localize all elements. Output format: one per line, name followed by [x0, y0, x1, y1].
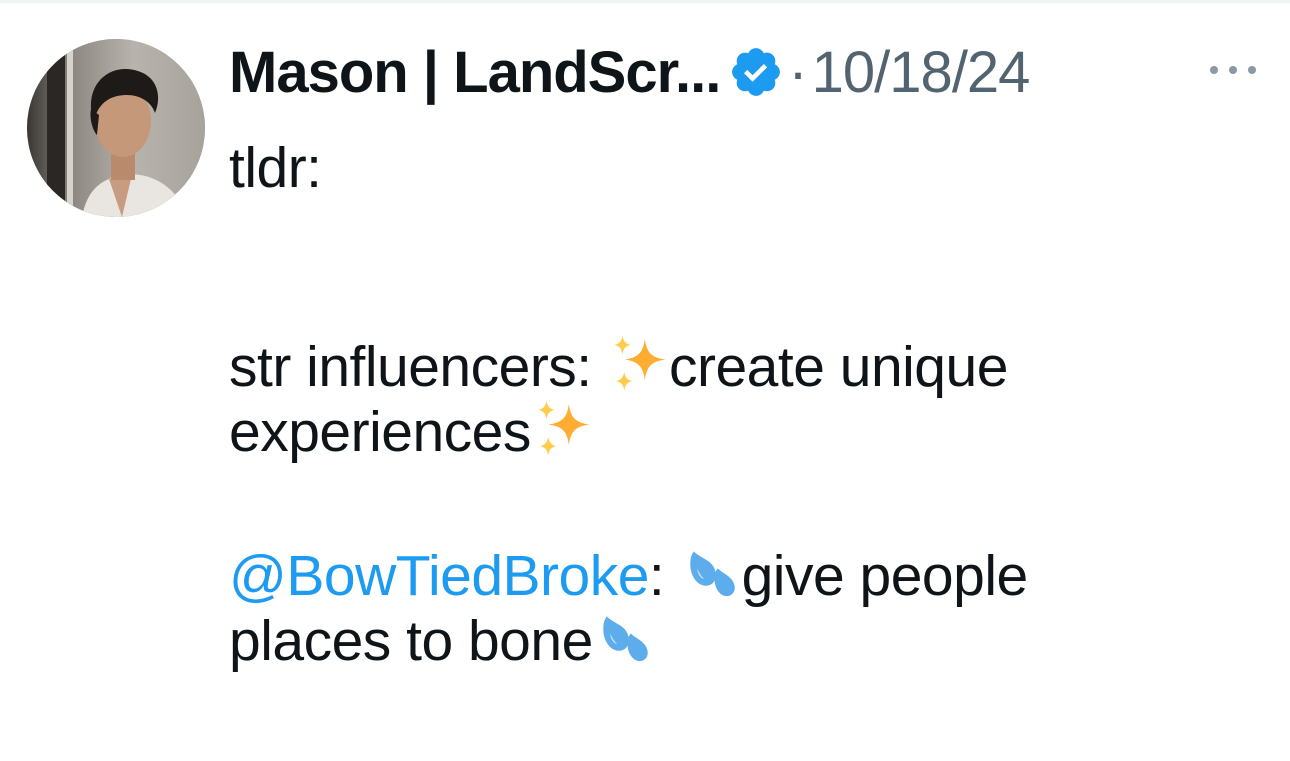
sweat-droplets-icon: [593, 606, 655, 682]
tweet-text-segment: str influencers:: [229, 335, 607, 399]
top-divider: [0, 0, 1290, 3]
display-name[interactable]: Mason | LandScr...: [229, 39, 721, 106]
tweet-text: tldr: str influencers: create unique exp…: [229, 136, 1219, 673]
avatar[interactable]: [27, 39, 205, 217]
sparkles-icon: [531, 397, 593, 473]
tweet-text-segment: tldr:: [229, 136, 322, 200]
tweet-text-segment: places to bone: [229, 609, 593, 673]
tweet-line: tldr:: [229, 136, 1219, 201]
sparkles-icon: [607, 332, 669, 408]
tweet-text-segment: experiences: [229, 400, 531, 464]
tweet-header: Mason | LandScr... · 10/18/24: [229, 36, 1031, 108]
tweet-text-segment: create unique: [668, 335, 1008, 399]
mention-link[interactable]: @BowTiedBroke: [229, 544, 649, 608]
tweet-line: @BowTiedBroke: give people: [229, 541, 1219, 608]
sweat-droplets-icon: [680, 541, 742, 617]
tweet-line: str influencers: create unique: [229, 332, 1219, 399]
tweet-line: experiences: [229, 397, 1219, 464]
more-options-icon[interactable]: [1210, 62, 1256, 78]
tweet-text-segment: give people: [741, 544, 1029, 608]
more-dot: [1248, 66, 1256, 74]
tweet-text-segment: :: [648, 544, 680, 608]
verified-badge-icon[interactable]: [728, 44, 784, 100]
more-dot: [1210, 66, 1218, 74]
avatar-photo: [27, 39, 205, 217]
timestamp[interactable]: 10/18/24: [812, 39, 1031, 106]
separator-dot: ·: [788, 39, 808, 105]
more-dot: [1229, 66, 1237, 74]
